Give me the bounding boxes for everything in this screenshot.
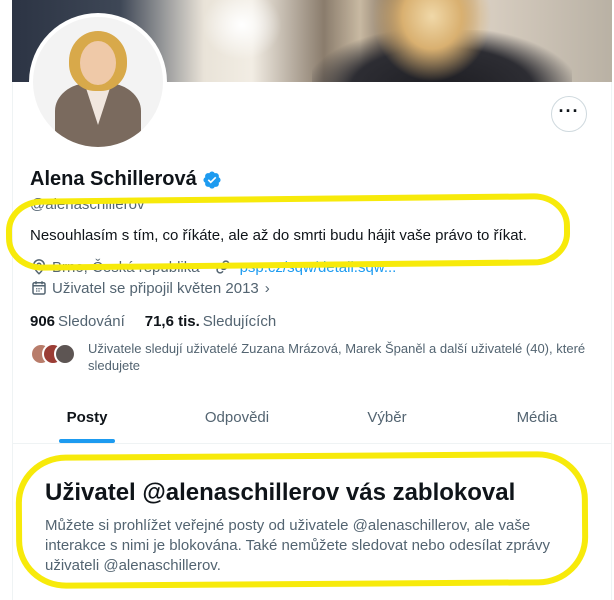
tab-label: Odpovědi	[204, 409, 270, 426]
followers-link[interactable]: 71,6 tis. Sledujících	[145, 313, 276, 330]
followers-label: Sledujících	[202, 313, 277, 330]
chevron-right-icon: ›	[264, 279, 270, 297]
link-icon	[215, 260, 230, 274]
verified-badge-icon[interactable]	[202, 170, 222, 190]
tab-label: Posty	[66, 409, 108, 426]
tab-label: Výběr	[367, 409, 407, 426]
profile-handle: @alenaschillerov	[30, 196, 145, 213]
followers-count: 71,6 tis.	[144, 313, 200, 330]
profile-website-link[interactable]: psp.cz/sqw/detail.sqw...	[240, 259, 397, 276]
followers-you-know-text: Uživatele sledují uživatelé Zuzana Mrázo…	[88, 341, 586, 373]
banner-hair	[372, 0, 492, 82]
profile-name-row: Alena Schillerová	[30, 168, 222, 191]
profile-location: Brno, Česká republika	[52, 258, 200, 276]
follower-avatars	[30, 343, 80, 367]
profile-meta-row: Brno, Česká republika psp.cz/sqw/detail.…	[30, 258, 396, 276]
followers-you-know[interactable]: Uživatele sledují uživatelé Zuzana Mrázo…	[30, 340, 600, 374]
profile-bio: Nesouhlasím s tím, co říkáte, ale až do …	[30, 227, 527, 244]
tab-vyber[interactable]: Výběr	[312, 392, 462, 443]
profile-joined: Uživatel se připojil květen 2013	[52, 279, 259, 297]
tab-odpovedi[interactable]: Odpovědi	[162, 392, 312, 443]
tab-media[interactable]: Média	[462, 392, 612, 443]
calendar-icon	[32, 281, 46, 295]
profile-name: Alena Schillerová	[30, 168, 197, 190]
profile-tabs: Posty Odpovědi Výběr Média	[12, 392, 612, 444]
following-link[interactable]: 906 Sledování	[30, 313, 125, 330]
banner-highlight	[202, 0, 282, 60]
tab-label: Média	[516, 409, 558, 426]
more-icon: ···	[558, 101, 580, 121]
avatar[interactable]	[29, 13, 167, 151]
avatar-image	[33, 17, 163, 147]
tab-posty[interactable]: Posty	[12, 392, 162, 443]
profile-joined-row[interactable]: Uživatel se připojil květen 2013 ›	[30, 279, 270, 297]
following-label: Sledování	[58, 313, 125, 330]
more-options-button[interactable]: ···	[551, 96, 587, 132]
blocked-title: Uživatel @alenaschillerov vás zablokoval	[45, 479, 516, 506]
blocked-message: Můžete si prohlížet veřejné posty od uži…	[45, 517, 551, 574]
location-pin-icon	[32, 259, 46, 275]
follow-stats: 906 Sledování 71,6 tis. Sledujících	[30, 313, 276, 330]
active-tab-indicator	[59, 439, 115, 443]
following-count: 906	[30, 313, 56, 330]
